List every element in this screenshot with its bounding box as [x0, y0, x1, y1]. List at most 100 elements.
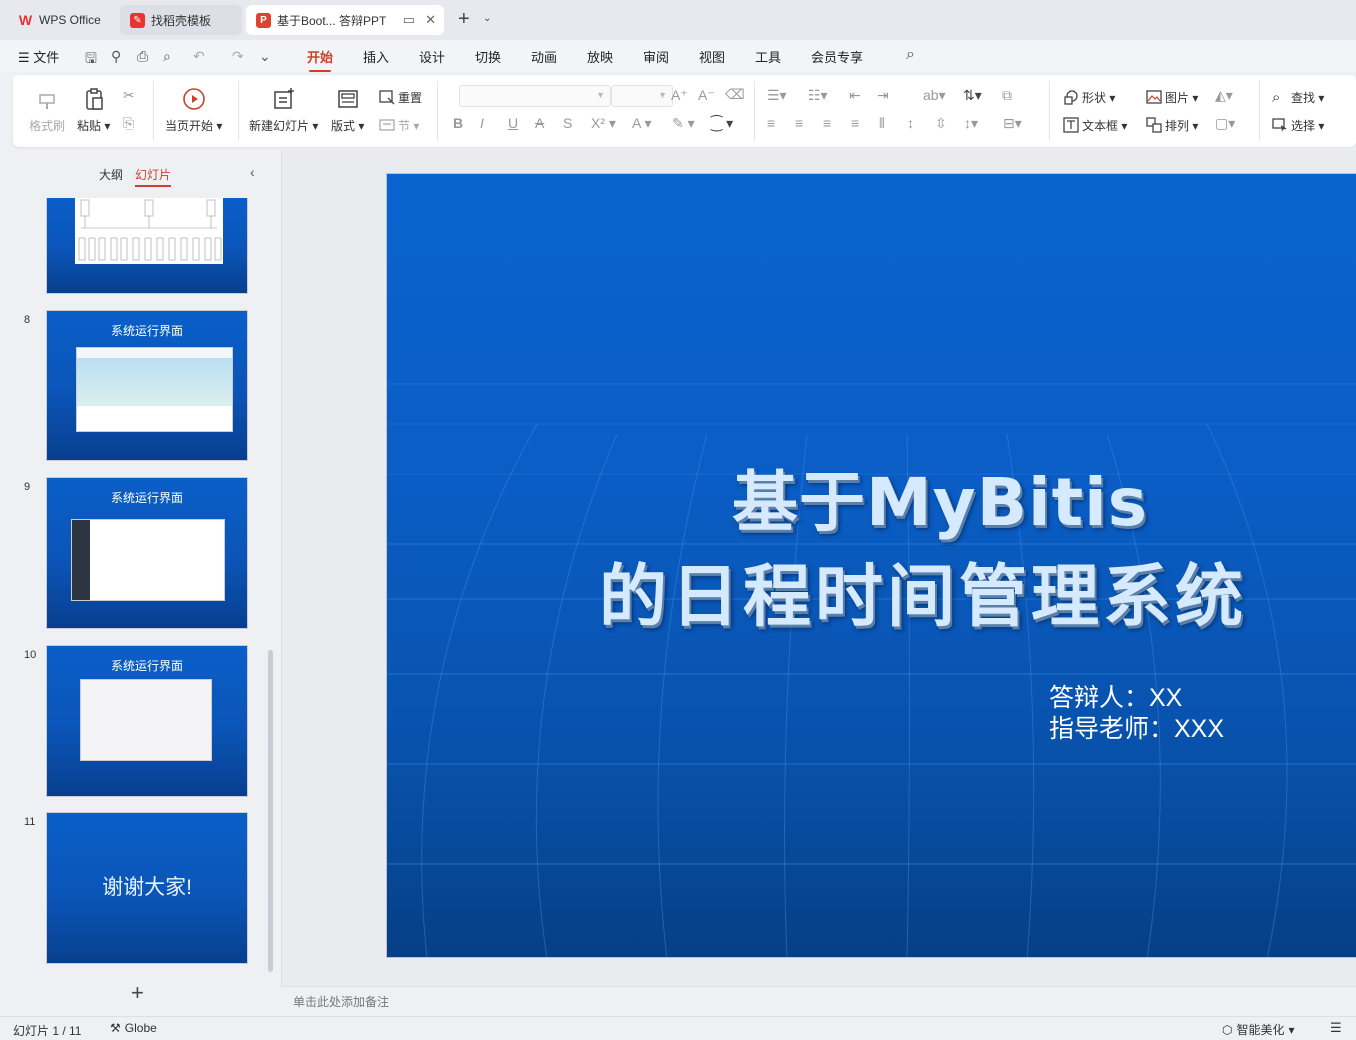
- align-center-icon[interactable]: ≡: [795, 115, 803, 131]
- strikethrough-icon[interactable]: A: [535, 115, 544, 131]
- slide-thumbnail-10[interactable]: 系统运行界面: [46, 645, 248, 797]
- cut-icon[interactable]: ✂: [123, 87, 135, 104]
- format-painter-button[interactable]: 格式刷: [29, 87, 65, 134]
- arrange-button[interactable]: 排列 ▾: [1146, 116, 1198, 134]
- shadow-text-icon[interactable]: S: [563, 115, 572, 131]
- share-icon[interactable]: ⚲: [111, 48, 121, 65]
- italic-icon[interactable]: I: [480, 115, 484, 131]
- format-painter-label: 格式刷: [29, 119, 66, 133]
- chevron-down-icon[interactable]: ⌄: [483, 13, 491, 24]
- redo-icon[interactable]: ↷: [232, 48, 244, 65]
- shape-button[interactable]: 形状 ▾: [1063, 88, 1115, 106]
- notes-pane[interactable]: 单击此处添加备注: [281, 986, 1356, 1016]
- decrease-indent-icon[interactable]: ⇤: [849, 87, 861, 104]
- find-button[interactable]: ⌕ 查找 ▾: [1272, 88, 1324, 106]
- search-icon[interactable]: ⌕: [906, 46, 915, 64]
- copy-icon[interactable]: ⎘: [123, 115, 134, 132]
- select-button[interactable]: 选择 ▾: [1272, 116, 1324, 134]
- menu-tab-slideshow[interactable]: 放映: [587, 47, 613, 66]
- menu-tab-home[interactable]: 开始: [307, 47, 333, 72]
- slide-thumbnail-title: 系统运行界面: [110, 491, 183, 505]
- add-slide-icon[interactable]: +: [131, 980, 144, 1006]
- window-restore-icon[interactable]: ▭: [403, 12, 415, 28]
- slide-title-line2[interactable]: 的日程时间管理系统: [599, 541, 1247, 640]
- text-align-vertical-icon[interactable]: ⊟▾: [1003, 115, 1022, 132]
- slide-thumbnail-panel: 大纲 幻灯片 ‹ 8 系统运行界面 9 系统运行界面 10 系统运行界面 11 …: [0, 150, 280, 1016]
- slide-thumbnail-7[interactable]: [46, 198, 248, 294]
- clear-format-icon[interactable]: ⌫: [725, 86, 745, 103]
- tab-document[interactable]: P 基于Boot... 答辩PPT ▭ ✕: [246, 5, 444, 35]
- print-icon[interactable]: ⎙: [137, 48, 148, 65]
- slide-thumbnail-11[interactable]: 谢谢大家!: [46, 812, 248, 964]
- tab-docer-templates[interactable]: ✎ 找稻壳模板: [120, 5, 242, 35]
- textbox-button[interactable]: 文本框 ▾: [1063, 116, 1127, 134]
- paste-button[interactable]: 粘贴 ▾: [77, 87, 110, 134]
- section-button[interactable]: 节 ▾: [379, 116, 419, 134]
- reset-button[interactable]: 重置: [379, 88, 422, 106]
- tab-outline[interactable]: 大纲: [99, 166, 123, 183]
- theme-indicator[interactable]: ⚒ Globe: [110, 1021, 157, 1035]
- slide-canvas[interactable]: 基于MyBitis 的日程时间管理系统 答辩人：XX 指导老师：XXX: [386, 173, 1356, 958]
- notes-toggle-icon[interactable]: ☰: [1330, 1020, 1342, 1036]
- slide-advisor-text[interactable]: 指导老师：XXX: [1049, 709, 1224, 745]
- align-right-icon[interactable]: ≡: [823, 115, 831, 131]
- tab-wps-label: WPS Office: [39, 13, 101, 27]
- menu-tab-tools[interactable]: 工具: [755, 47, 781, 66]
- print-preview-icon[interactable]: ⌕: [163, 48, 171, 65]
- tab-slides[interactable]: 幻灯片: [135, 166, 172, 187]
- save-icon[interactable]: 🖫: [85, 48, 97, 72]
- increase-indent-icon[interactable]: ⇥: [877, 87, 889, 104]
- docer-logo-icon: ✎: [130, 12, 145, 28]
- menu-tab-view[interactable]: 视图: [699, 47, 725, 66]
- collapse-panel-icon[interactable]: ‹: [250, 164, 255, 180]
- increase-font-icon[interactable]: A⁺: [671, 87, 688, 104]
- numbered-list-icon[interactable]: ☷▾: [808, 87, 828, 104]
- bullet-list-icon[interactable]: ☰▾: [767, 87, 787, 104]
- slide-number: 11: [24, 816, 36, 828]
- layout-label: 版式: [331, 119, 356, 133]
- font-size-select[interactable]: ▼: [611, 85, 673, 107]
- bold-icon[interactable]: B: [453, 115, 463, 131]
- sort-icon[interactable]: ⇅▾: [963, 87, 982, 104]
- align-left-icon[interactable]: ≡: [767, 115, 775, 131]
- new-tab-icon[interactable]: +: [458, 9, 470, 29]
- outline-icon[interactable]: ▢▾: [1215, 115, 1235, 132]
- font-family-select[interactable]: ▼: [459, 85, 611, 107]
- tab-document-label: 基于Boot... 答辩PPT: [277, 13, 387, 28]
- layout-button[interactable]: 版式 ▾: [331, 87, 364, 134]
- line-spacing-icon[interactable]: ↕: [907, 115, 914, 131]
- new-slide-button[interactable]: 新建幻灯片 ▾: [249, 87, 318, 134]
- highlight-icon[interactable]: ✎ ▾: [672, 115, 695, 132]
- convert-icon[interactable]: ⧉: [1002, 87, 1012, 104]
- text-direction-icon[interactable]: ab▾: [923, 87, 946, 104]
- decrease-font-icon[interactable]: A⁻: [698, 87, 715, 104]
- slide-thumbnail-9[interactable]: 系统运行界面: [46, 477, 248, 629]
- menu-tab-insert[interactable]: 插入: [363, 47, 389, 66]
- smart-beautify-button[interactable]: ⬡ 智能美化 ▾: [1222, 1021, 1295, 1038]
- tab-docer-label: 找稻壳模板: [151, 13, 212, 28]
- justify-icon[interactable]: ≡: [851, 115, 859, 131]
- picture-button[interactable]: 图片 ▾: [1146, 88, 1198, 106]
- file-menu[interactable]: ☰ 文件: [18, 47, 59, 66]
- distribute-icon[interactable]: ⫴: [879, 115, 885, 132]
- menu-tab-design[interactable]: 设计: [419, 47, 445, 66]
- thumbnail-scrollbar[interactable]: [268, 650, 273, 972]
- underline-icon[interactable]: U: [508, 115, 518, 131]
- play-from-current-button[interactable]: 当页开始 ▾: [165, 87, 222, 134]
- slide-thumbnail-8[interactable]: 系统运行界面: [46, 310, 248, 461]
- font-color-icon[interactable]: A ▾: [632, 115, 651, 132]
- undo-icon[interactable]: ↶: [193, 48, 205, 65]
- superscript-icon[interactable]: X² ▾: [591, 115, 616, 132]
- character-spacing-icon[interactable]: ⁐ ▾: [711, 115, 733, 132]
- menu-tab-animation[interactable]: 动画: [531, 47, 557, 66]
- tab-wps-office[interactable]: W WPS Office: [8, 5, 115, 35]
- column-icon[interactable]: ↕▾: [964, 115, 978, 132]
- quick-access-more-icon[interactable]: ⌄: [259, 48, 271, 65]
- menu-tab-review[interactable]: 审阅: [643, 47, 669, 66]
- menu-tab-membership[interactable]: 会员专享: [811, 47, 863, 66]
- menu-tab-transition[interactable]: 切换: [475, 47, 501, 66]
- fill-icon[interactable]: ◭▾: [1215, 87, 1233, 104]
- close-tab-icon[interactable]: ✕: [425, 12, 436, 28]
- paragraph-spacing-icon[interactable]: ⇳: [935, 115, 947, 132]
- slide-title-line1[interactable]: 基于MyBitis: [732, 449, 1148, 545]
